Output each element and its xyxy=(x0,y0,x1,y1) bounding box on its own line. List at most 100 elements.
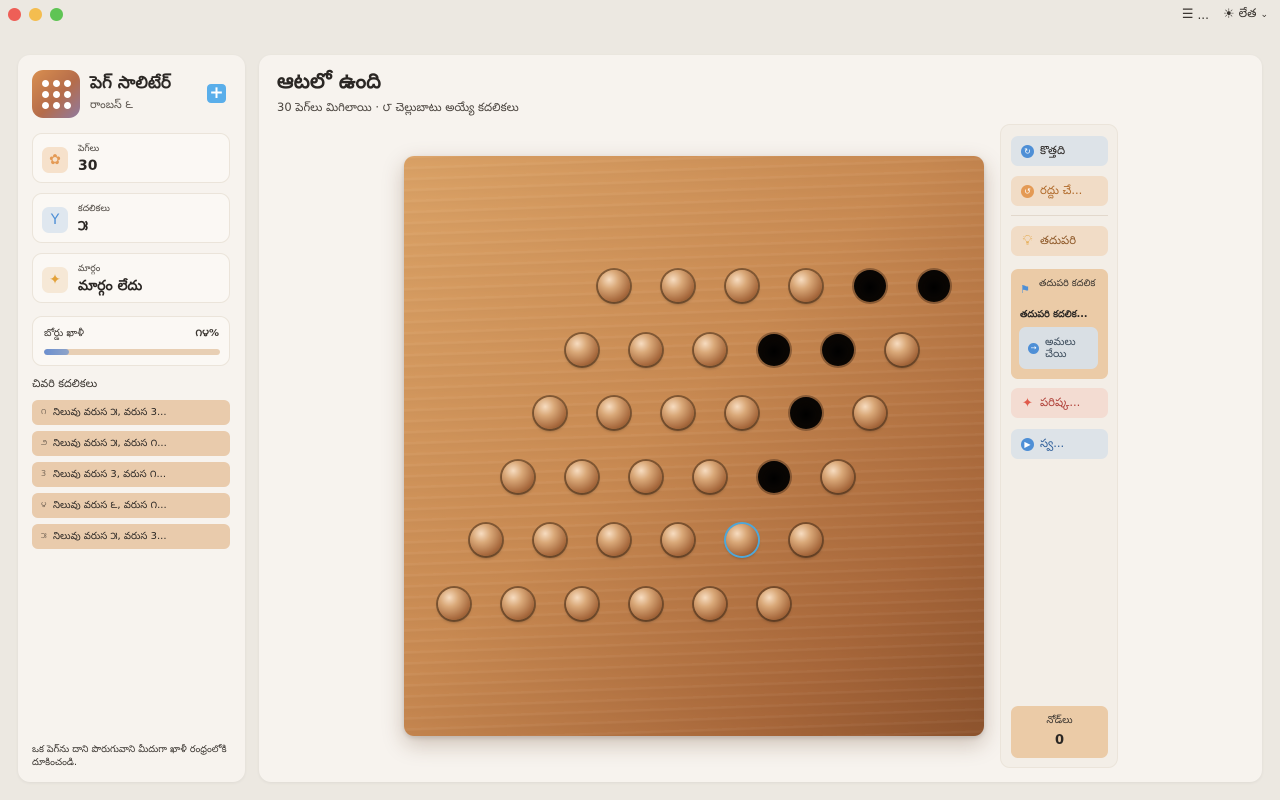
minimize-window-button[interactable] xyxy=(29,8,42,21)
undo-label: రద్దు చే... xyxy=(1040,182,1083,197)
stat-label: కదలికలు xyxy=(78,204,110,214)
recent-move-item[interactable]: ౨ నిలువు వరుస ౫, వరుస ౧... xyxy=(32,431,230,456)
recent-move-text: నిలువు వరుస ౫, వరుస 3... xyxy=(53,530,167,542)
game-status-title: ఆటలో ఉంది xyxy=(277,69,382,93)
theme-selector[interactable]: ☀ లేత ⌄ xyxy=(1223,6,1268,23)
empty-hole[interactable] xyxy=(854,270,886,302)
apply-move-button[interactable]: → అమలు చేయి xyxy=(1019,327,1098,369)
apply-label: అమలు చేయి xyxy=(1045,336,1076,360)
main-area: ఆటలో ఉంది 30 పెగ్‌లు మిగిలాయి · ౮ చెల్లు… xyxy=(259,55,1262,782)
recent-move-text: నిలువు వరుస ౫, వరుస ౧... xyxy=(53,437,167,449)
empty-hole[interactable] xyxy=(758,460,790,493)
peg[interactable] xyxy=(502,460,534,493)
peg[interactable] xyxy=(630,460,662,493)
peg[interactable] xyxy=(470,524,502,557)
panel-divider xyxy=(1011,215,1108,216)
peg[interactable] xyxy=(534,524,566,557)
recent-move-number: 3 xyxy=(41,469,47,478)
stat-card-moves: Y కదలికలు ౫ xyxy=(32,193,230,243)
solve-button[interactable]: ✦ పరిష్క... xyxy=(1011,388,1108,418)
empty-hole[interactable] xyxy=(822,333,854,366)
peg[interactable] xyxy=(566,333,598,366)
board-empty-progress: బోర్డు ఖాళీ ౧౪% xyxy=(32,316,230,366)
recent-moves-heading: చివరి కదలికలు xyxy=(32,377,98,390)
play-icon: ▶ xyxy=(1021,437,1034,451)
theme-label: లేత xyxy=(1238,6,1257,20)
peg[interactable] xyxy=(566,588,598,620)
peg[interactable] xyxy=(726,397,758,430)
recent-move-item[interactable]: ౫ నిలువు వరుస ౫, వరుస 3... xyxy=(32,524,230,549)
recent-move-text: నిలువు వరుస ౬, వరుస ౧... xyxy=(53,499,167,511)
close-window-button[interactable] xyxy=(8,8,21,21)
empty-hole[interactable] xyxy=(758,333,790,366)
peg[interactable] xyxy=(630,333,662,366)
new-game-button[interactable]: ↻ కొత్తది xyxy=(1011,136,1108,166)
peg[interactable] xyxy=(630,588,662,620)
stat-label: పెగ్‌లు xyxy=(78,144,100,154)
peg[interactable] xyxy=(694,333,726,366)
peg[interactable] xyxy=(598,397,630,430)
game-status-subtitle: 30 పెగ్‌లు మిగిలాయి · ౮ చెల్లుబాటు అయ్యే… xyxy=(277,100,519,114)
recent-move-item[interactable]: 3 నిలువు వరుస 3, వరుస ౧... xyxy=(32,462,230,487)
peg[interactable] xyxy=(854,397,886,430)
peg[interactable] xyxy=(726,270,758,302)
peg[interactable] xyxy=(694,460,726,493)
peg[interactable] xyxy=(566,460,598,493)
rules-hint: ఒక పెగ్‌ను దాని పొరుగువాని మీదుగా ఖాళీ ర… xyxy=(32,744,227,768)
peg[interactable] xyxy=(822,460,854,493)
stat-value: ౫ xyxy=(78,218,88,234)
new-icon: ↻ xyxy=(1021,144,1034,158)
sparkle-icon: ✦ xyxy=(1022,395,1033,411)
chevron-down-icon: ⌄ xyxy=(1260,9,1268,20)
recent-move-text: నిలువు వరుస ౫, వరుస 3... xyxy=(53,406,167,418)
next-move-card: ⚑ తదుపరి కదలిక తదుపరి కదలిక... → అమలు చే… xyxy=(1011,269,1108,379)
signpost-icon: ⚑ xyxy=(1020,283,1030,296)
autoplay-button[interactable]: ▶ స్వ... xyxy=(1011,429,1108,459)
app-subtitle: రాంబస్ ౬ xyxy=(90,98,133,111)
progress-label: బోర్డు ఖాళీ xyxy=(44,328,84,339)
settings-menu-button[interactable]: ☰ ... xyxy=(1182,7,1209,22)
peg[interactable] xyxy=(534,397,566,430)
lightbulb-icon: 💡︎ xyxy=(1022,233,1033,249)
progress-value: ౧౪% xyxy=(195,328,219,339)
zoom-window-button[interactable] xyxy=(50,8,63,21)
app-logo-icon xyxy=(32,70,80,118)
peg[interactable] xyxy=(502,588,534,620)
undo-button[interactable]: ↺ రద్దు చే... xyxy=(1011,176,1108,206)
next-move-label: తదుపరి కదలిక xyxy=(1039,278,1096,289)
peg[interactable] xyxy=(662,270,694,302)
selected-peg[interactable] xyxy=(726,524,758,557)
game-board xyxy=(404,156,984,736)
recent-move-item[interactable]: ౧ నిలువు వరుస ౫, వరుస 3... xyxy=(32,400,230,425)
recent-move-item[interactable]: ౪ నిలువు వరుస ౬, వరుస ౧... xyxy=(32,493,230,518)
peg[interactable] xyxy=(694,588,726,620)
recent-move-number: ౫ xyxy=(41,531,47,540)
recent-move-text: నిలువు వరుస 3, వరుస ౧... xyxy=(53,468,167,480)
empty-hole[interactable] xyxy=(790,397,822,430)
stat-card-pegs: ✿ పెగ్‌లు 30 xyxy=(32,133,230,183)
pegs-icon: ✿ xyxy=(42,147,68,173)
recent-move-number: ౨ xyxy=(41,438,48,447)
branch-icon: Y xyxy=(42,207,68,233)
hint-button[interactable]: 💡︎ తదుపరి xyxy=(1011,226,1108,256)
peg[interactable] xyxy=(790,270,822,302)
next-move-text: తదుపరి కదలిక... xyxy=(1020,309,1088,320)
stat-label: మార్గం xyxy=(78,264,101,274)
add-board-button[interactable]: + xyxy=(207,84,226,103)
empty-hole[interactable] xyxy=(918,270,950,302)
new-game-label: కొత్తది xyxy=(1040,142,1066,157)
progress-fill xyxy=(44,349,69,355)
peg[interactable] xyxy=(886,333,918,366)
peg[interactable] xyxy=(790,524,822,557)
app-title: పెగ్ సాలిటేర్ xyxy=(90,73,172,93)
peg[interactable] xyxy=(662,524,694,557)
peg[interactable] xyxy=(758,588,790,620)
peg[interactable] xyxy=(438,588,470,620)
hint-label: తదుపరి xyxy=(1040,232,1077,247)
peg[interactable] xyxy=(598,524,630,557)
recent-move-number: ౪ xyxy=(41,500,47,509)
peg[interactable] xyxy=(598,270,630,302)
recent-moves-list: ౧ నిలువు వరుస ౫, వరుస 3... ౨ నిలువు వరుస ౫,… xyxy=(32,400,230,555)
peg[interactable] xyxy=(662,397,694,430)
nodes-card: నోడ్‌లు 0 xyxy=(1011,706,1108,758)
